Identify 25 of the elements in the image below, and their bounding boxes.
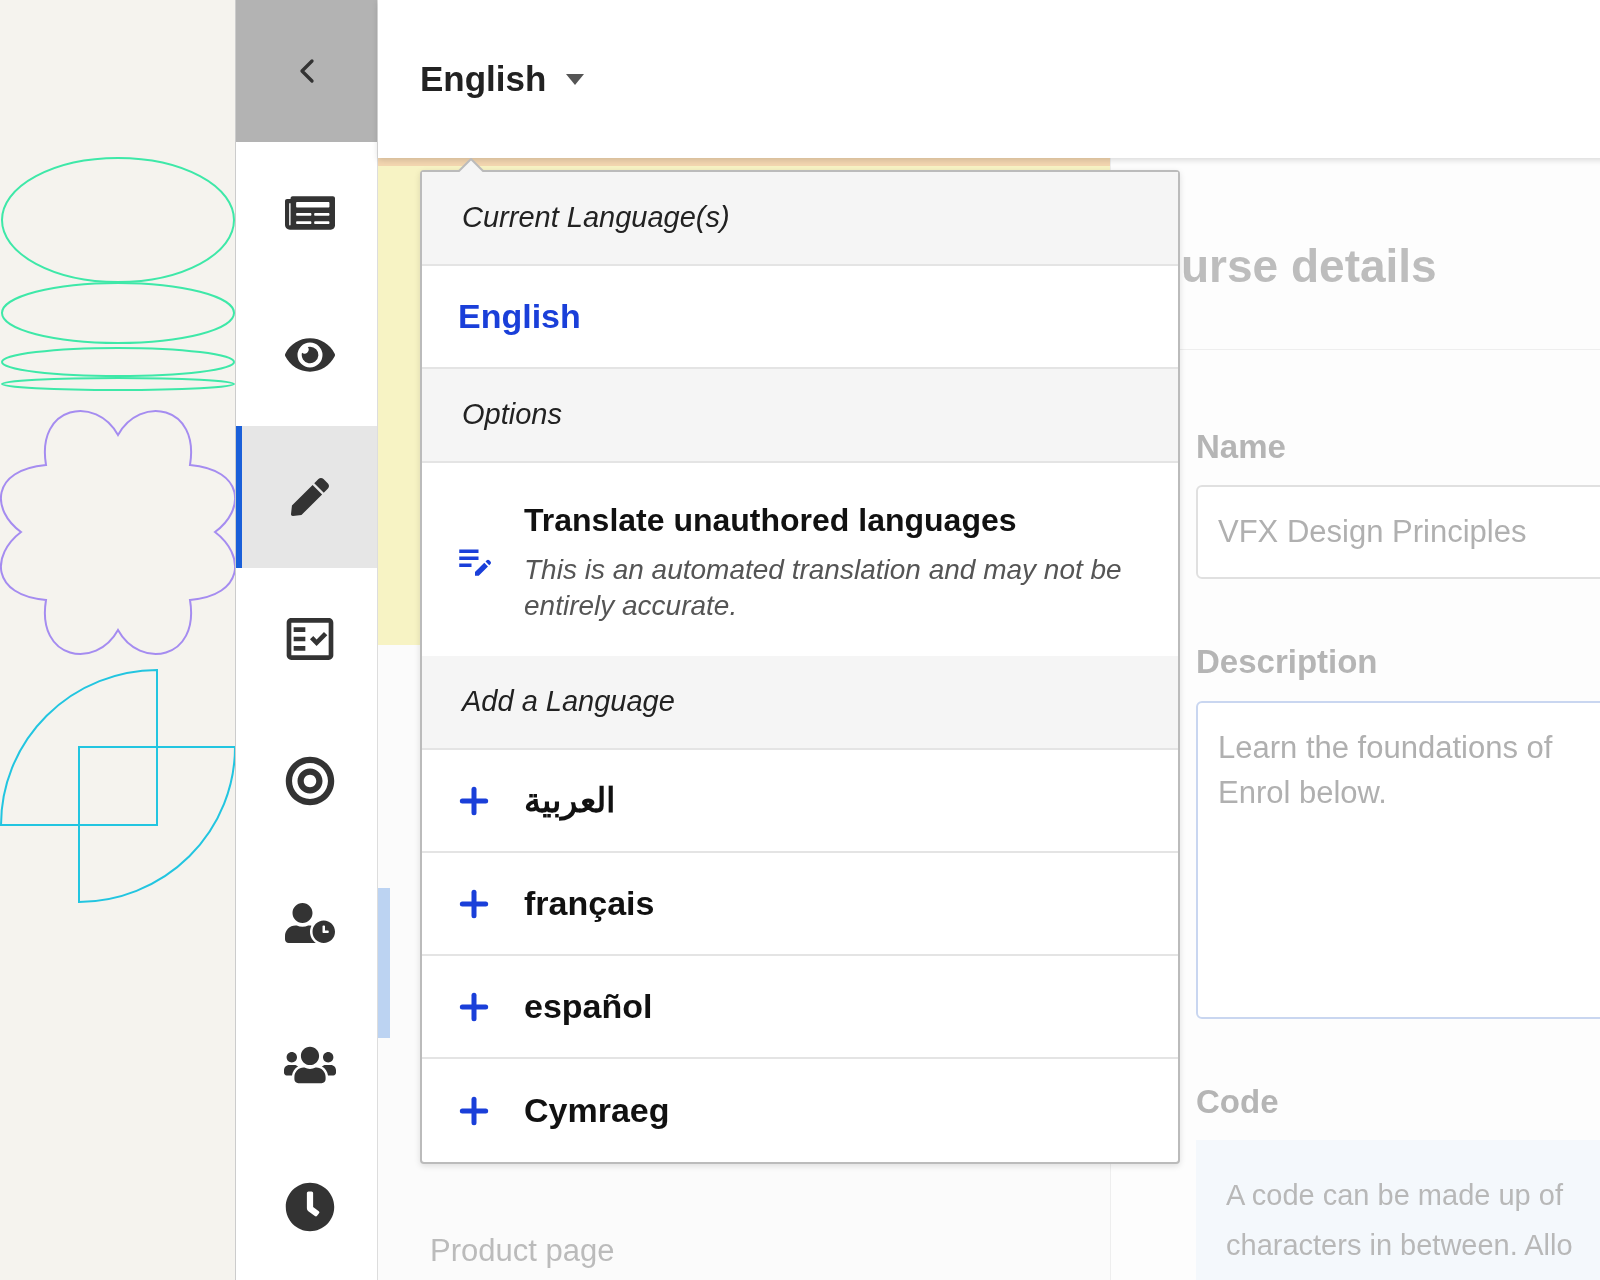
section-header: Add a Language — [462, 684, 675, 720]
description-text: Enrol below. — [1218, 773, 1388, 812]
option-description: This is an automated translation and may not be entirely accurate. — [524, 552, 1123, 623]
add-language-item[interactable]: العربية — [422, 750, 1178, 853]
sidebar-item[interactable] — [236, 426, 377, 568]
name-value: VFX Design Principles — [1218, 512, 1527, 551]
description-text: Learn the foundations of — [1218, 728, 1554, 767]
name-label: Name — [1196, 426, 1287, 467]
add-language-item[interactable]: français — [422, 853, 1178, 956]
code-hint-text: characters in between. Allo — [1226, 1228, 1574, 1263]
target-icon — [284, 756, 335, 806]
section-header: Current Language(s) — [462, 200, 730, 236]
pencil-icon — [290, 478, 329, 516]
code-label: Code — [1196, 1081, 1280, 1122]
option-title: Translate unauthored languages — [524, 500, 1018, 540]
add-language-item[interactable]: Cymraeg — [422, 1059, 1178, 1162]
section-header: Options — [462, 397, 562, 433]
code-hint-text: A code can be made up of — [1226, 1178, 1564, 1213]
description-label: Description — [1196, 642, 1379, 682]
language-dropdown[interactable]: English — [420, 52, 585, 106]
translate-option[interactable]: Translate unauthored languages This is an automated translation and may not be entirely accurate. — [422, 463, 1178, 656]
caret-icon — [566, 73, 585, 85]
clock-icon — [284, 1182, 335, 1232]
page-title: urse details — [1181, 238, 1437, 294]
add-language-item[interactable]: español — [422, 956, 1178, 1059]
